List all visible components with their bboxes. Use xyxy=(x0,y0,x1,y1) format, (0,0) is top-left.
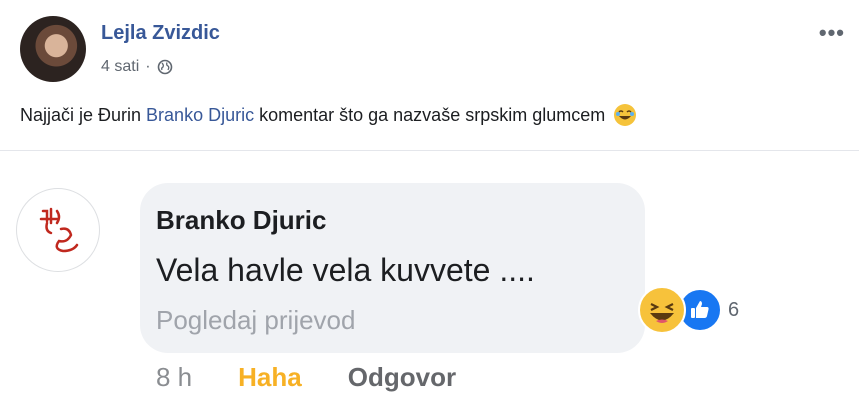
more-options-icon[interactable]: ••• xyxy=(819,20,845,46)
author-name[interactable]: Lejla Zvizdic xyxy=(101,22,220,45)
comment-time[interactable]: 8 h xyxy=(156,362,192,393)
reply-button[interactable]: Odgovor xyxy=(348,362,456,393)
haha-reaction-button[interactable]: Haha xyxy=(238,362,302,393)
commenter-avatar[interactable] xyxy=(16,188,100,272)
post-meta: 4 sati · xyxy=(101,58,173,76)
comment-text: Vela havle vela kuvvete .... xyxy=(156,252,535,288)
globe-icon[interactable] xyxy=(157,59,173,75)
see-translation-link[interactable]: Pogledaj prijevod xyxy=(156,305,355,336)
tagged-user-link[interactable]: Branko Djuric xyxy=(146,105,254,125)
reaction-count: 6 xyxy=(728,298,740,321)
post-text-after: komentar što ga nazvaše srpskim glumcem xyxy=(254,105,606,125)
reaction-summary[interactable]: 6 xyxy=(638,286,739,334)
comment-actions: 8 h Haha Odgovor xyxy=(156,362,456,393)
post-header: Lejla Zvizdic 4 sati · ••• Najjači je Đu… xyxy=(0,0,859,160)
author-avatar[interactable] xyxy=(20,16,86,82)
separator: · xyxy=(145,58,151,75)
comment-author[interactable]: Branko Djuric xyxy=(156,205,327,236)
post-text: Najjači je Đurin Branko Djuric komentar … xyxy=(20,104,637,126)
post-text-before: Najjači je Đurin xyxy=(20,105,147,125)
haha-reaction-icon xyxy=(638,286,686,334)
divider xyxy=(0,150,859,151)
post-time[interactable]: 4 sati xyxy=(101,58,139,76)
laughing-emoji-icon xyxy=(614,104,637,126)
